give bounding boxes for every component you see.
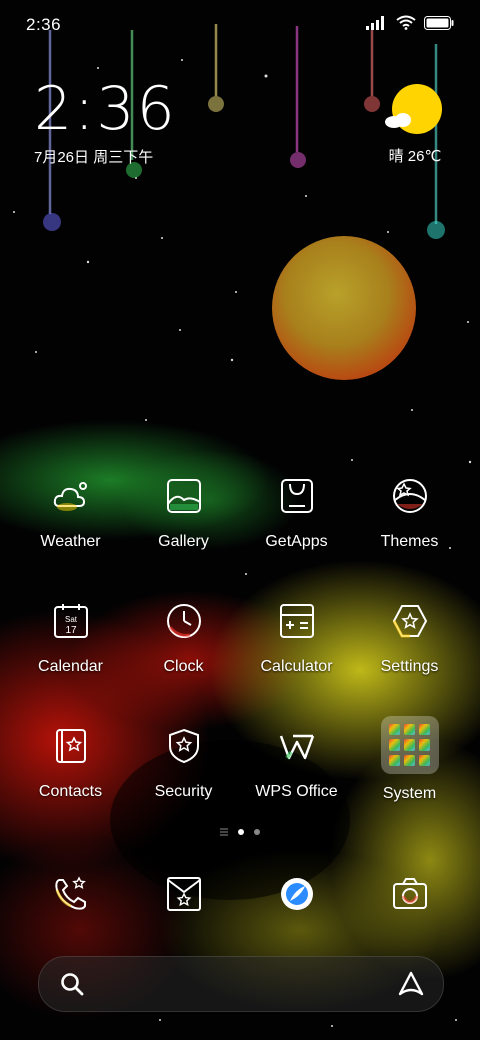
- assistant-icon[interactable]: [397, 970, 425, 998]
- battery-icon: [424, 15, 454, 30]
- app-label: Themes: [380, 533, 439, 550]
- app-label: Gallery: [158, 533, 209, 550]
- app-row: Weather Gallery GetApps Themes: [14, 474, 466, 599]
- gallery-icon: [166, 479, 201, 513]
- menu-lines-icon: [220, 828, 228, 836]
- app-label: Calendar: [38, 658, 103, 675]
- cloud-icon: [385, 113, 411, 128]
- app-label: Calculator: [260, 658, 333, 675]
- themes-icon: [392, 479, 427, 513]
- app-gallery[interactable]: Gallery: [127, 474, 240, 599]
- app-themes[interactable]: Themes: [353, 474, 466, 599]
- search-bar[interactable]: [38, 956, 444, 1012]
- search-icon[interactable]: [59, 971, 85, 997]
- app-calendar[interactable]: Sat 17 Calendar: [14, 599, 127, 724]
- settings-icon: [392, 605, 427, 638]
- app-label: Security: [154, 783, 213, 800]
- app-row: Sat 17 Calendar Clock Calculator Setting…: [14, 599, 466, 724]
- weather-text: 晴 26℃: [388, 148, 442, 165]
- app-settings[interactable]: Settings: [353, 599, 466, 724]
- clock-icon: [166, 604, 201, 638]
- svg-text:17: 17: [65, 625, 77, 636]
- contacts-icon: [55, 729, 86, 763]
- dock-camera[interactable]: [353, 872, 466, 922]
- messages-icon: [166, 877, 201, 911]
- app-getapps[interactable]: GetApps: [240, 474, 353, 599]
- dock-messages[interactable]: [127, 872, 240, 922]
- folder-icon: [380, 716, 439, 774]
- page-indicator[interactable]: [0, 828, 480, 836]
- wps-office-icon: [279, 734, 314, 760]
- widget-time: 2:36: [34, 74, 177, 144]
- calculator-icon: [279, 604, 314, 638]
- page-dot: [254, 829, 260, 835]
- phone-icon: [54, 876, 86, 910]
- security-icon: [168, 728, 199, 764]
- app-label: System: [382, 785, 437, 802]
- page-dot-active: [238, 829, 244, 835]
- camera-icon: [392, 878, 427, 909]
- clock-widget[interactable]: 2:36 7月26日 周三下午: [34, 78, 177, 167]
- dock: [14, 872, 466, 922]
- app-calculator[interactable]: Calculator: [240, 599, 353, 724]
- app-label: Settings: [380, 658, 439, 675]
- status-bar: 2:36: [0, 0, 480, 50]
- status-icons: [366, 15, 454, 30]
- browser-icon: [280, 878, 313, 910]
- app-label: WPS Office: [255, 783, 338, 800]
- widget-date: 7月26日 周三下午: [34, 149, 154, 166]
- weather-icon: [53, 482, 87, 511]
- getapps-icon: [280, 479, 313, 513]
- signal-icon: [366, 15, 384, 30]
- app-label: Weather: [40, 533, 101, 550]
- app-label: Contacts: [38, 783, 103, 800]
- app-grid: Weather Gallery GetApps Themes Sat 17 Ca…: [14, 474, 466, 849]
- app-clock[interactable]: Clock: [127, 599, 240, 724]
- app-label: Clock: [163, 658, 204, 675]
- dock-phone[interactable]: [14, 872, 127, 922]
- calendar-icon: Sat 17: [53, 604, 88, 638]
- app-label: GetApps: [265, 533, 328, 550]
- svg-text:Sat: Sat: [64, 615, 77, 624]
- dock-browser[interactable]: [240, 872, 353, 922]
- status-time: 2:36: [26, 15, 62, 34]
- wifi-icon: [396, 15, 416, 30]
- app-weather[interactable]: Weather: [14, 474, 127, 599]
